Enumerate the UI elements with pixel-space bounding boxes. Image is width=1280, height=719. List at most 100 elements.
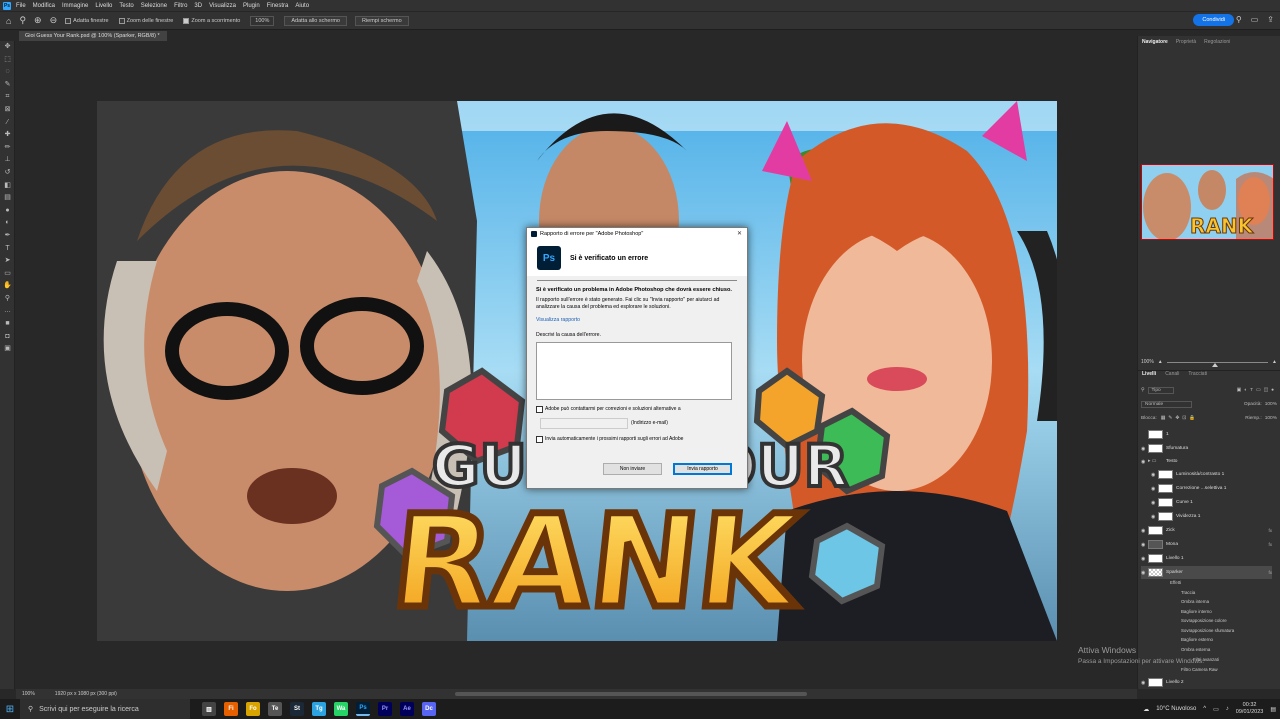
- layer-effects-badge[interactable]: fx: [1268, 570, 1272, 575]
- tab-navigatore[interactable]: Navigatore: [1142, 39, 1168, 45]
- dodge-tool-icon[interactable]: ◐: [0, 217, 15, 230]
- color-swatch-icon[interactable]: ■: [0, 318, 15, 331]
- layer-row[interactable]: ◉ Livello 2: [1141, 676, 1272, 689]
- menu-file[interactable]: File: [16, 3, 26, 9]
- menu-3d[interactable]: 3D: [194, 3, 202, 9]
- menu-visualizza[interactable]: Visualizza: [209, 3, 236, 9]
- dont-send-button[interactable]: Non inviare: [603, 463, 662, 475]
- share-icon[interactable]: ⇪: [1267, 15, 1274, 24]
- firefox-icon[interactable]: Fi: [224, 702, 238, 716]
- layer-row[interactable]: ◉ Vividezza 1: [1141, 510, 1272, 523]
- layer-row[interactable]: ◉ Zick fx: [1141, 524, 1272, 537]
- quick-mask-icon[interactable]: ◘: [0, 331, 15, 344]
- history-brush-icon[interactable]: ↺: [0, 167, 15, 180]
- workspace-icon[interactable]: ▭: [1251, 15, 1259, 24]
- layer-row[interactable]: ◉ Curve 1: [1141, 496, 1272, 509]
- discord-icon[interactable]: Dc: [422, 702, 436, 716]
- more-tools-icon[interactable]: …: [0, 305, 15, 318]
- menu-plugin[interactable]: Plugin: [243, 3, 260, 9]
- whatsapp-icon[interactable]: Wa: [334, 702, 348, 716]
- error-description-textarea[interactable]: [536, 342, 732, 401]
- layer-kind-filter[interactable]: Tipo: [1147, 387, 1174, 394]
- fit-screen-button[interactable]: Adatta allo schermo: [284, 15, 347, 26]
- layer-row-selected[interactable]: ◉ Sparker fx: [1141, 566, 1272, 579]
- crop-tool-icon[interactable]: ⌗: [0, 91, 15, 104]
- taskbar-search[interactable]: ⚲ Scrivi qui per eseguire la ricerca: [20, 699, 190, 719]
- opacity-value[interactable]: 100%: [1265, 402, 1277, 407]
- pen-tool-icon[interactable]: ✒: [0, 230, 15, 243]
- navigator-zoom-slider[interactable]: [1166, 361, 1269, 367]
- visibility-eye-icon[interactable]: ◉: [1141, 556, 1148, 562]
- tab-canali[interactable]: Canali: [1165, 371, 1179, 380]
- visibility-eye-icon[interactable]: ◉: [1151, 472, 1158, 478]
- menu-aiuto[interactable]: Aiuto: [295, 3, 309, 9]
- stamp-tool-icon[interactable]: ⊥: [0, 154, 15, 167]
- blur-tool-icon[interactable]: ●: [0, 205, 15, 218]
- layer-effects-badge[interactable]: fx: [1268, 528, 1272, 533]
- lock-icons[interactable]: ▦✎✥⊡🔒: [1161, 416, 1199, 421]
- horizontal-scrollbar[interactable]: [455, 692, 807, 696]
- zoom-percent-field[interactable]: 100%: [250, 15, 275, 26]
- tray-arrow-icon[interactable]: ^: [1203, 706, 1206, 712]
- zoom-in-icon[interactable]: ⊕: [34, 15, 42, 26]
- frame-tool-icon[interactable]: ⊠: [0, 104, 15, 117]
- healing-tool-icon[interactable]: ✚: [0, 129, 15, 142]
- screen-mode-icon[interactable]: ▣: [0, 343, 15, 356]
- fill-screen-button[interactable]: Riempi schermo: [354, 15, 409, 26]
- effect-item[interactable]: Bagliore interno: [1181, 609, 1212, 614]
- premiere-icon[interactable]: Pr: [378, 702, 392, 716]
- fill-value[interactable]: 100%: [1265, 416, 1277, 421]
- visibility-eye-icon[interactable]: ◉: [1141, 459, 1148, 465]
- layer-row[interactable]: ◉ Correzione ...selettiva 1: [1141, 482, 1272, 495]
- layer-row[interactable]: ◉ Luminosità/contrasto 1: [1141, 468, 1272, 481]
- layer-effects-badge[interactable]: fx: [1268, 542, 1272, 547]
- layer-row[interactable]: 1: [1141, 428, 1272, 441]
- layer-row[interactable]: ◉ Sfumatura: [1141, 442, 1272, 455]
- visibility-eye-icon[interactable]: ◉: [1151, 500, 1158, 506]
- visibility-eye-icon[interactable]: ◉: [1151, 514, 1158, 520]
- zoom-in-large-icon[interactable]: ▲: [1272, 359, 1277, 365]
- email-field[interactable]: [540, 417, 628, 429]
- shape-tool-icon[interactable]: ▭: [0, 268, 15, 281]
- eraser-tool-icon[interactable]: ◧: [0, 180, 15, 193]
- menu-modifica[interactable]: Modifica: [33, 3, 55, 9]
- effect-item[interactable]: Bagliore esterno: [1181, 637, 1213, 642]
- blend-mode-select[interactable]: Normale: [1141, 401, 1193, 408]
- menu-filtro[interactable]: Filtro: [174, 3, 187, 9]
- weather-text[interactable]: 10°C Nuvoloso: [1156, 706, 1196, 712]
- zoom-all-checkbox[interactable]: Zoom delle finestre: [118, 17, 173, 24]
- network-icon[interactable]: ▭: [1213, 706, 1219, 713]
- visibility-eye-icon[interactable]: ◉: [1141, 542, 1148, 548]
- effect-item[interactable]: Traccia: [1181, 590, 1195, 595]
- status-zoom[interactable]: 100%: [22, 691, 35, 697]
- effect-item[interactable]: Ombra interna: [1181, 599, 1209, 604]
- auto-send-checkbox-row[interactable]: Invia automaticamente i prossimi rapport…: [536, 435, 738, 443]
- contact-checkbox[interactable]: [536, 405, 543, 413]
- photoshop-taskbar-icon[interactable]: Ps: [356, 702, 370, 716]
- settings-gear-icon[interactable]: Te: [268, 702, 282, 716]
- tab-livelli[interactable]: Livelli: [1142, 371, 1156, 380]
- tab-tracciati[interactable]: Tracciati: [1188, 371, 1207, 380]
- notification-icon[interactable]: ▤: [1270, 706, 1276, 713]
- menu-immagine[interactable]: Immagine: [62, 3, 88, 9]
- windows-start-icon[interactable]: ⊞: [0, 699, 20, 719]
- layer-group-row[interactable]: ◉ ▸ ▭ Testo: [1141, 455, 1272, 468]
- lasso-tool-icon[interactable]: ◌: [0, 66, 15, 79]
- effect-item[interactable]: Sovrapposizione colore: [1181, 618, 1227, 623]
- camera-raw-filter[interactable]: Filtro Camera Raw: [1181, 667, 1218, 672]
- menu-selezione[interactable]: Selezione: [141, 3, 167, 9]
- steam-icon[interactable]: St: [290, 702, 304, 716]
- share-button[interactable]: Condividi: [1193, 14, 1234, 26]
- visibility-eye-icon[interactable]: ◉: [1151, 486, 1158, 492]
- menu-livello[interactable]: Livello: [95, 3, 112, 9]
- resize-windows-checkbox[interactable]: Adatta finestre: [65, 17, 109, 24]
- layer-row[interactable]: ◉ Mona fx: [1141, 538, 1272, 551]
- weather-icon[interactable]: ☁: [1143, 706, 1149, 713]
- eyedropper-tool-icon[interactable]: ⁄: [0, 117, 15, 130]
- hand-tool-icon[interactable]: ✋: [0, 280, 15, 293]
- marquee-tool-icon[interactable]: ⬚: [0, 54, 15, 67]
- zoom-tool-icon[interactable]: ⚲: [19, 15, 26, 26]
- scrubby-zoom-checkbox[interactable]: Zoom a scorrimento: [183, 17, 240, 24]
- auto-send-checkbox[interactable]: [536, 435, 543, 443]
- navigator-thumbnail[interactable]: RANK: [1141, 164, 1274, 240]
